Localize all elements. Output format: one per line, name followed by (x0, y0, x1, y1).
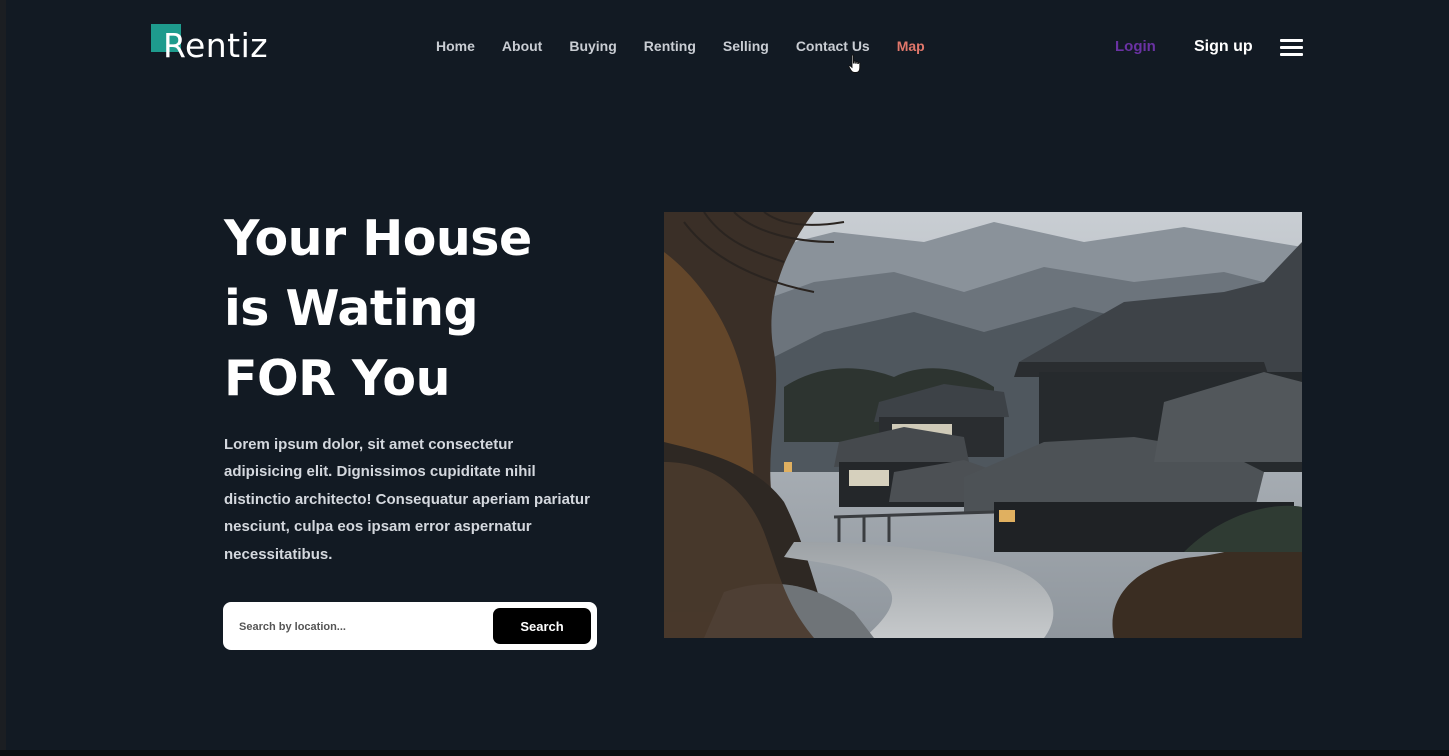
search-button[interactable]: Search (493, 608, 591, 644)
nav-item-about[interactable]: About (502, 38, 542, 54)
hero-title-line: is Wating (224, 280, 479, 337)
window-frame-left (0, 0, 6, 756)
hero-title: Your House is Wating FOR You (224, 204, 624, 414)
nav-item-selling[interactable]: Selling (723, 38, 769, 54)
hero-title-line: Your House (224, 210, 532, 267)
hero-village-image (664, 212, 1302, 638)
logo-text: Rentiz (163, 26, 269, 65)
nav-item-buying[interactable]: Buying (569, 38, 616, 54)
main-nav: Home About Buying Renting Selling Contac… (436, 38, 925, 54)
signup-link[interactable]: Sign up (1194, 38, 1253, 56)
location-search-input[interactable] (237, 614, 481, 640)
nav-item-map[interactable]: Map (897, 38, 925, 54)
hamburger-menu-icon[interactable] (1280, 39, 1303, 57)
hero-title-line: FOR You (224, 350, 450, 407)
nav-item-renting[interactable]: Renting (644, 38, 696, 54)
nav-item-home[interactable]: Home (436, 38, 475, 54)
hand-pointer-icon (848, 54, 861, 73)
hero-description: Lorem ipsum dolor, sit amet consectetur … (224, 436, 590, 563)
nav-item-contact-us[interactable]: Contact Us (796, 38, 870, 54)
login-link[interactable]: Login (1115, 38, 1156, 55)
window-frame-bottom (0, 750, 1449, 756)
location-search-form: Search (223, 602, 597, 650)
